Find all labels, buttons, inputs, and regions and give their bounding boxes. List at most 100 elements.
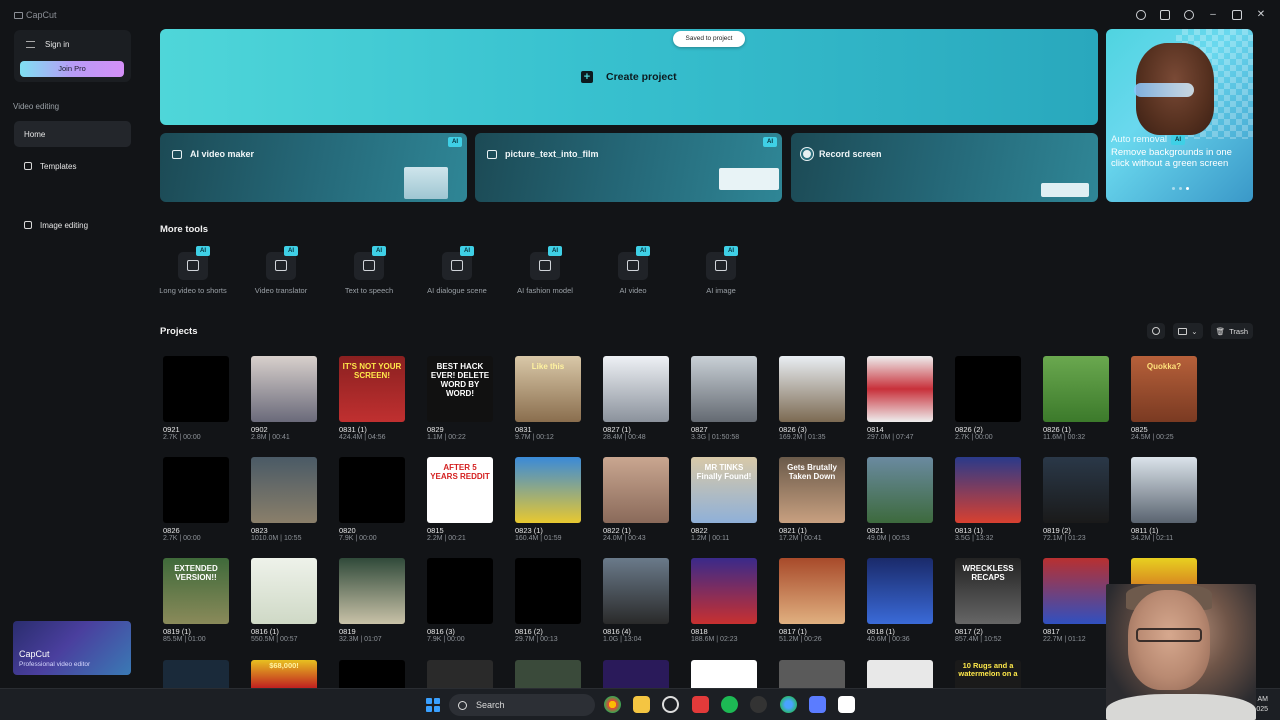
maximize-icon[interactable] bbox=[1232, 10, 1242, 20]
project-meta: 34.2M | 02:11 bbox=[1131, 535, 1174, 542]
sidebar-item-image-editing[interactable]: Image editing bbox=[14, 212, 131, 238]
project-card[interactable]: 0816 (1) 550.5M | 00:57 bbox=[248, 558, 317, 650]
project-thumbnail bbox=[515, 558, 581, 624]
minimize-icon[interactable]: – bbox=[1208, 10, 1218, 20]
project-name: 0813 (1) bbox=[955, 526, 983, 535]
project-card[interactable]: 0821 49.0M | 00:53 bbox=[864, 457, 933, 549]
project-card[interactable]: 0814 297.0M | 07:47 bbox=[864, 356, 933, 448]
project-card[interactable]: 0823 1010.0M | 10:55 bbox=[248, 457, 317, 549]
project-card-partial[interactable] bbox=[691, 660, 757, 688]
tool-item[interactable]: AI Text to speech bbox=[328, 246, 416, 310]
project-card[interactable]: 0826 (3) 169.2M | 01:35 bbox=[776, 356, 845, 448]
project-card[interactable]: 0902 2.8M | 00:41 bbox=[248, 356, 317, 448]
templates-icon bbox=[24, 162, 32, 170]
project-card[interactable]: 0823 (1) 160.4M | 01:59 bbox=[512, 457, 581, 549]
project-card[interactable]: 0921 2.7K | 00:00 bbox=[160, 356, 229, 448]
project-card[interactable]: 0817 (1) 51.2M | 00:26 bbox=[776, 558, 845, 650]
sidebar-item-templates[interactable]: Templates bbox=[14, 153, 131, 179]
project-card-partial[interactable] bbox=[867, 660, 933, 688]
close-icon[interactable]: ✕ bbox=[1256, 10, 1266, 20]
ai-video-maker-card[interactable]: AI video maker AI bbox=[160, 133, 467, 202]
trash-button[interactable]: 🗑 Trash bbox=[1210, 323, 1253, 339]
project-name: 0821 (1) bbox=[779, 526, 807, 535]
tool-item[interactable]: AI Long video to shorts bbox=[152, 246, 240, 310]
project-card[interactable]: 0813 (1) 3.5G | 13:32 bbox=[952, 457, 1021, 549]
search-projects-button[interactable] bbox=[1147, 323, 1166, 339]
join-pro-button[interactable]: Join Pro bbox=[20, 61, 124, 77]
project-card[interactable]: Quokka? 0825 24.5M | 00:25 bbox=[1128, 356, 1197, 448]
project-card-partial[interactable] bbox=[163, 660, 229, 688]
view-toggle-button[interactable]: ⌄ bbox=[1173, 323, 1203, 339]
tool-label: Video translator bbox=[254, 286, 308, 295]
picture-text-into-film-card[interactable]: picture_text_into_film AI bbox=[475, 133, 782, 202]
project-card[interactable]: 0817 22.7M | 01:12 bbox=[1040, 558, 1109, 650]
project-card[interactable]: WRECKLESS RECAPS 0817 (2) 857.4M | 10:52 bbox=[952, 558, 1021, 650]
settings-icon[interactable] bbox=[1184, 10, 1194, 20]
windows-start-icon[interactable] bbox=[426, 698, 440, 712]
tool-item[interactable]: AI AI video bbox=[592, 246, 680, 310]
wps-icon[interactable] bbox=[692, 696, 709, 713]
project-card[interactable]: 0816 (2) 29.7M | 00:13 bbox=[512, 558, 581, 650]
projects-title: Projects bbox=[160, 326, 198, 337]
chrome-icon[interactable] bbox=[604, 696, 621, 713]
chrome-alt-icon[interactable] bbox=[780, 696, 797, 713]
app-icon[interactable] bbox=[750, 696, 767, 713]
ai-badge: AI bbox=[1170, 134, 1185, 145]
project-card-partial[interactable] bbox=[427, 660, 493, 688]
project-card[interactable]: AFTER 5 YEARS REDDIT 0815 2.2M | 00:21 bbox=[424, 457, 493, 549]
project-card[interactable]: BEST HACK EVER! DELETE WORD BY WORD! 0829… bbox=[424, 356, 493, 448]
project-card-partial[interactable]: 10 Rugs and a watermelon on a bbox=[955, 660, 1021, 688]
project-card[interactable]: 0822 (1) 24.0M | 00:43 bbox=[600, 457, 669, 549]
project-card-partial[interactable] bbox=[339, 660, 405, 688]
project-name: 0822 bbox=[691, 526, 708, 535]
project-card[interactable]: EXTENDED VERSION!! 0819 (1) 85.5M | 01:00 bbox=[160, 558, 229, 650]
taskbar-search[interactable]: Search bbox=[449, 694, 595, 716]
project-card-partial[interactable] bbox=[779, 660, 845, 688]
spotify-icon[interactable] bbox=[721, 696, 738, 713]
project-card[interactable]: 0820 7.9K | 00:00 bbox=[336, 457, 405, 549]
project-card[interactable]: 0816 (4) 1.0G | 13:04 bbox=[600, 558, 669, 650]
chevron-down-icon: ⌄ bbox=[1191, 326, 1198, 336]
project-thumbnail bbox=[251, 457, 317, 523]
project-card-partial[interactable] bbox=[515, 660, 581, 688]
project-card[interactable]: IT'S NOT YOUR SCREEN! 0831 (1) 424.4M | 04… bbox=[336, 356, 405, 448]
auto-removal-banner[interactable]: Auto removal AI Remove backgrounds in one… bbox=[1106, 29, 1253, 202]
file-explorer-icon[interactable] bbox=[633, 696, 650, 713]
sign-in-button[interactable]: Sign in bbox=[26, 40, 69, 49]
project-name: 0811 (1) bbox=[1131, 526, 1159, 535]
tool-item[interactable]: AI AI image bbox=[680, 246, 768, 310]
project-card[interactable]: 0826 2.7K | 00:00 bbox=[160, 457, 229, 549]
carousel-dots[interactable] bbox=[1172, 187, 1189, 190]
project-name: 0921 bbox=[163, 425, 180, 434]
help-icon[interactable] bbox=[1136, 10, 1146, 20]
project-card[interactable]: Gets Brutally Taken Down 0821 (1) 17.2M | … bbox=[776, 457, 845, 549]
project-card[interactable]: 0819 (2) 72.1M | 01:23 bbox=[1040, 457, 1109, 549]
record-screen-card[interactable]: Record screen bbox=[791, 133, 1098, 202]
sidebar-item-home[interactable]: Home bbox=[14, 121, 131, 147]
project-thumbnail bbox=[427, 558, 493, 624]
capcut-taskbar-icon[interactable] bbox=[838, 696, 855, 713]
project-card[interactable]: 0827 (1) 28.4M | 00:48 bbox=[600, 356, 669, 448]
project-card[interactable]: Like this 0831 9.7M | 00:12 bbox=[512, 356, 581, 448]
project-card-partial[interactable] bbox=[603, 660, 669, 688]
capcut-promo-card[interactable]: CapCut Professional video editor bbox=[13, 621, 131, 675]
project-card[interactable]: 0827 3.3G | 01:50:58 bbox=[688, 356, 757, 448]
create-project-button[interactable]: Saved to project + Create project bbox=[160, 29, 1098, 125]
project-thumbnail bbox=[955, 356, 1021, 422]
project-card[interactable]: 0818 188.6M | 02:23 bbox=[688, 558, 757, 650]
project-card[interactable]: 0819 32.3M | 01:07 bbox=[336, 558, 405, 650]
project-card[interactable]: 0818 (1) 40.6M | 00:36 bbox=[864, 558, 933, 650]
ai-app-icon[interactable] bbox=[809, 696, 826, 713]
project-card[interactable]: 0826 (1) 11.6M | 00:32 bbox=[1040, 356, 1109, 448]
project-card[interactable]: MR TINKS Finally Found! 0822 1.2M | 00:11 bbox=[688, 457, 757, 549]
tool-item[interactable]: AI Video translator bbox=[240, 246, 328, 310]
project-card[interactable]: 0826 (2) 2.7K | 00:00 bbox=[952, 356, 1021, 448]
tool-item[interactable]: AI AI fashion model bbox=[504, 246, 592, 310]
project-card-partial[interactable]: $68,000! bbox=[251, 660, 317, 688]
ai-badge: AI bbox=[196, 246, 210, 256]
project-card[interactable]: 0811 (1) 34.2M | 02:11 bbox=[1128, 457, 1197, 549]
tool-item[interactable]: AI AI dialogue scene bbox=[416, 246, 504, 310]
chatgpt-icon[interactable] bbox=[662, 696, 679, 713]
feedback-icon[interactable] bbox=[1160, 10, 1170, 20]
project-card[interactable]: 0816 (3) 7.9K | 00:00 bbox=[424, 558, 493, 650]
